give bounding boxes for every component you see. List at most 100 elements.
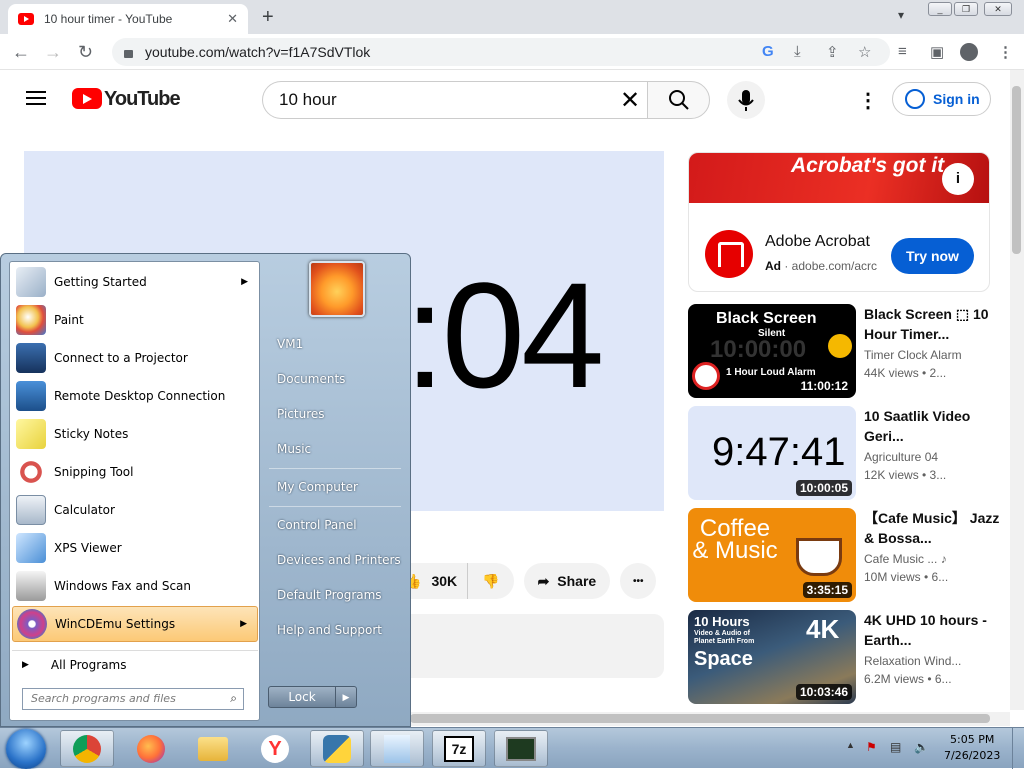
maximize-button[interactable]: ❐ <box>954 2 978 16</box>
share-button[interactable]: ➦ Share <box>523 563 611 599</box>
show-desktop-button[interactable] <box>1012 728 1024 769</box>
like-count: 30K <box>431 573 458 589</box>
google-lens-icon[interactable]: G <box>762 43 774 60</box>
taskbar-chrome[interactable] <box>60 730 114 767</box>
volume-muted-icon[interactable]: 🔈 <box>914 740 929 754</box>
link-devices-printers[interactable]: Devices and Printers <box>277 553 401 567</box>
vertical-scroll-thumb[interactable] <box>1012 86 1021 254</box>
video-thumbnail[interactable]: 9:47:41 10:00:05 <box>688 406 856 500</box>
ad-banner[interactable]: Acrobat's got it. i <box>689 153 989 203</box>
show-hidden-icons-icon[interactable]: ▲ <box>846 740 855 750</box>
rec-channel[interactable]: Timer Clock Alarm <box>864 348 962 362</box>
program-xps-viewer[interactable]: XPS Viewer <box>12 530 258 566</box>
start-search-input[interactable]: Search programs and files ⌕ <box>22 688 244 710</box>
program-label: Connect to a Projector <box>54 351 188 365</box>
tab-search-chevron-icon[interactable]: ▾ <box>898 8 904 22</box>
youtube-logo-icon[interactable] <box>72 88 102 109</box>
user-picture-icon[interactable] <box>309 261 365 317</box>
program-label: Remote Desktop Connection <box>54 389 226 403</box>
start-button[interactable] <box>6 729 46 769</box>
link-my-computer[interactable]: My Computer <box>277 480 358 494</box>
rec-meta: 44K views • 2... <box>864 366 947 380</box>
link-music[interactable]: Music <box>277 442 311 456</box>
taskbar-clock[interactable]: 5:05 PM 7/26/2023 <box>944 732 1000 764</box>
rec-channel[interactable]: Relaxation Wind... <box>864 654 961 668</box>
thumb-title: Black Screen <box>716 310 817 327</box>
shutdown-options-arrow-icon[interactable]: ▶ <box>335 686 357 708</box>
recommendation-item[interactable]: 10 Hours Video & Audio of Planet Earth F… <box>688 610 1010 706</box>
rec-channel[interactable]: Agriculture 04 <box>864 450 938 464</box>
more-actions-button[interactable]: ••• <box>620 563 657 599</box>
sign-in-button[interactable]: Sign in <box>892 82 991 116</box>
settings-kebab-icon[interactable]: ⋮ <box>858 88 878 113</box>
rec-title[interactable]: 4K UHD 10 hours - Earth... <box>864 610 1004 650</box>
share-icon[interactable]: ⇪ <box>826 43 839 61</box>
recommendation-item[interactable]: 9:47:41 10:00:05 10 Saatlik Video Geri..… <box>688 406 1010 502</box>
program-fax-scan[interactable]: Windows Fax and Scan <box>12 568 258 604</box>
reload-button[interactable]: ↻ <box>78 42 93 63</box>
link-pictures[interactable]: Pictures <box>277 407 325 421</box>
taskbar-yandex[interactable]: Y <box>248 730 302 767</box>
link-user-folder[interactable]: VM1 <box>277 337 303 351</box>
rec-title[interactable]: 【Cafe Music】 Jazz & Bossa... <box>864 508 1004 548</box>
side-panel-icon[interactable]: ▣ <box>930 43 944 61</box>
program-remote-desktop[interactable]: Remote Desktop Connection <box>12 378 258 414</box>
recommendation-item[interactable]: Coffee & Music 3:35:15 【Cafe Music】 Jazz… <box>688 508 1010 604</box>
taskbar-notepad[interactable] <box>370 730 424 767</box>
taskbar-task-manager[interactable] <box>494 730 548 767</box>
minimize-button[interactable]: _ <box>928 2 952 16</box>
video-thumbnail[interactable]: 10 Hours Video & Audio of Planet Earth F… <box>688 610 856 704</box>
browser-tab[interactable]: 10 hour timer - YouTube ✕ <box>8 4 248 34</box>
action-center-flag-icon[interactable]: ⚑ <box>866 740 877 754</box>
rec-channel[interactable]: Cafe Music ... ♪ <box>864 552 947 566</box>
program-wincdemu-settings[interactable]: WinCDEmu Settings ▶ <box>12 606 258 642</box>
link-default-programs[interactable]: Default Programs <box>277 588 382 602</box>
new-tab-button[interactable]: + <box>262 6 274 29</box>
search-input[interactable]: 10 hour <box>262 81 648 119</box>
link-control-panel[interactable]: Control Panel <box>277 518 357 532</box>
thumb-time: 10:00:00 <box>710 336 807 363</box>
taskbar-7zip[interactable]: 7z <box>432 730 486 767</box>
ad-info-icon[interactable]: i <box>942 163 974 195</box>
link-help-support[interactable]: Help and Support <box>277 623 382 637</box>
rec-title[interactable]: 10 Saatlik Video Geri... <box>864 406 1004 446</box>
share-arrow-icon: ➦ <box>537 572 550 589</box>
dislike-button[interactable]: 👎 <box>467 563 514 599</box>
projector-icon <box>16 343 46 373</box>
tab-close-icon[interactable]: ✕ <box>227 11 238 27</box>
media-queue-icon[interactable]: ≡ <box>898 43 907 60</box>
try-now-button[interactable]: Try now <box>891 238 974 274</box>
taskbar-python[interactable] <box>310 730 364 767</box>
network-icon[interactable]: ▤ <box>890 740 901 754</box>
program-connect-projector[interactable]: Connect to a Projector <box>12 340 258 376</box>
program-calculator[interactable]: Calculator <box>12 492 258 528</box>
clear-search-icon[interactable]: ✕ <box>620 86 640 115</box>
voice-search-button[interactable] <box>727 81 765 119</box>
lock-button[interactable]: Lock <box>268 686 336 708</box>
rec-title[interactable]: Black Screen ⬚ 10 Hour Timer... <box>864 304 1004 344</box>
taskbar-firefox[interactable] <box>124 730 178 767</box>
back-button[interactable]: ← <box>12 42 30 63</box>
link-documents[interactable]: Documents <box>277 372 345 386</box>
horizontal-scroll-thumb[interactable] <box>410 714 990 723</box>
video-thumbnail[interactable]: Black Screen Silent 10:00:00 1 Hour Loud… <box>688 304 856 398</box>
video-thumbnail[interactable]: Coffee & Music 3:35:15 <box>688 508 856 602</box>
forward-button[interactable]: → <box>44 42 62 63</box>
menu-icon[interactable] <box>26 91 46 105</box>
youtube-logo-text[interactable]: YouTube <box>104 88 181 111</box>
program-snipping-tool[interactable]: Snipping Tool <box>12 454 258 490</box>
taskbar-explorer[interactable] <box>186 730 240 767</box>
search-button[interactable] <box>647 81 710 119</box>
profile-icon[interactable] <box>960 43 978 61</box>
program-getting-started[interactable]: Getting Started ▶ <box>12 264 258 300</box>
duration-badge: 10:03:46 <box>795 684 852 700</box>
install-icon[interactable]: ⤓ <box>794 43 801 60</box>
close-window-button[interactable]: ✕ <box>984 2 1012 16</box>
all-programs-item[interactable]: ▶ All Programs <box>12 650 258 678</box>
bookmark-star-icon[interactable]: ☆ <box>858 43 871 61</box>
ad-card[interactable]: Acrobat's got it. i Adobe Acrobat Ad · a… <box>688 152 990 292</box>
program-paint[interactable]: Paint <box>12 302 258 338</box>
chrome-menu-icon[interactable]: ⋮ <box>998 43 1013 61</box>
recommendation-item[interactable]: Black Screen Silent 10:00:00 1 Hour Loud… <box>688 304 1010 400</box>
program-sticky-notes[interactable]: Sticky Notes <box>12 416 258 452</box>
